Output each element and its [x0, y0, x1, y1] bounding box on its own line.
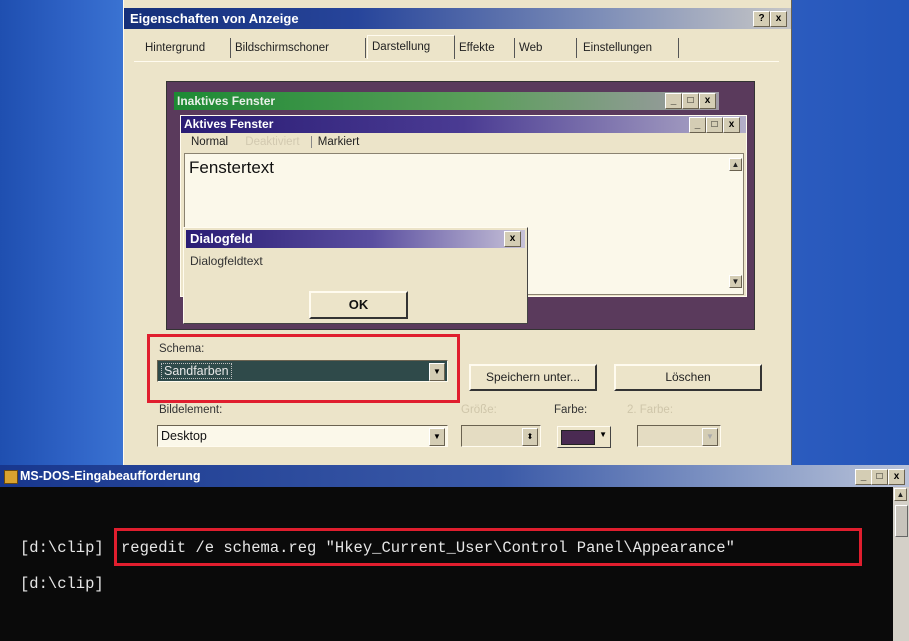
prompt-line-2[interactable]: [d:\clip] [20, 575, 104, 593]
minimize-icon[interactable]: _ [689, 117, 706, 133]
tab-einstellungen[interactable]: Einstellungen [579, 38, 679, 58]
element-select[interactable]: Desktop ▼ [157, 425, 448, 447]
display-properties-dialog: Eigenschaften von Anzeige ? x Hintergrun… [123, 0, 792, 468]
tab-web[interactable]: Web [515, 38, 577, 58]
scroll-up-icon[interactable]: ▲ [729, 158, 742, 171]
message-box-text: Dialogfeldtext [190, 254, 263, 268]
dialog-title: Eigenschaften von Anzeige [130, 11, 299, 26]
scroll-up-icon[interactable]: ▲ [894, 488, 907, 501]
element-select-value: Desktop [161, 429, 207, 443]
close-icon[interactable]: x [504, 231, 521, 247]
maximize-icon[interactable]: □ [682, 93, 699, 109]
tab-darstellung[interactable]: Darstellung [367, 35, 455, 59]
dos-title-bar[interactable]: MS-DOS-Eingabeaufforderung _ □ x [0, 465, 909, 487]
ok-button[interactable]: OK [309, 291, 408, 319]
maximize-icon[interactable]: □ [871, 469, 888, 485]
command-highlight-frame [114, 528, 862, 566]
close-icon[interactable]: x [699, 93, 716, 109]
save-as-button[interactable]: Speichern unter... [469, 364, 597, 391]
tab-pane-border [134, 61, 779, 62]
color2-picker-button[interactable]: ▼ [637, 425, 721, 447]
active-window-title: Aktives Fenster [184, 117, 274, 131]
inactive-window-title: Inaktives Fenster [177, 94, 276, 108]
dos-scrollbar[interactable]: ▲ [893, 487, 909, 641]
size-label: Größe: [461, 404, 497, 416]
prompt-line-1: [d:\clip] [20, 539, 104, 557]
chevron-down-icon[interactable]: ▼ [702, 428, 718, 446]
scheme-highlight-frame [147, 334, 460, 403]
menu-item-disabled[interactable]: Deaktiviert [245, 136, 299, 148]
delete-button[interactable]: Löschen [614, 364, 762, 391]
message-box-title: Dialogfeld [190, 231, 253, 246]
preview-message-box: Dialogfeld x Dialogfeldtext OK [183, 227, 528, 324]
element-label: Bildelement: [159, 404, 223, 416]
minimize-icon[interactable]: _ [855, 469, 872, 485]
color-picker-button[interactable]: ▼ [557, 426, 611, 448]
minimize-icon[interactable]: _ [665, 93, 682, 109]
tab-bildschirmschoner[interactable]: Bildschirmschoner [231, 38, 366, 58]
size-spinner[interactable]: ⬍ [461, 425, 541, 447]
preview-menu-bar: Normal Deaktiviert Markiert [191, 134, 360, 150]
help-icon[interactable]: ? [753, 11, 770, 27]
ms-dos-icon [4, 470, 18, 484]
maximize-icon[interactable]: □ [706, 117, 723, 133]
message-box-title-bar[interactable]: Dialogfeld x [186, 230, 525, 248]
menu-item-selected[interactable]: Markiert [310, 136, 360, 148]
chevron-down-icon: ▼ [599, 430, 607, 439]
window-text: Fenstertext [189, 158, 275, 177]
dos-title: MS-DOS-Eingabeaufforderung [20, 469, 201, 483]
chevron-down-icon[interactable]: ▼ [429, 428, 445, 446]
color-swatch [561, 430, 595, 445]
close-icon[interactable]: x [888, 469, 905, 485]
color2-label: 2. Farbe: [627, 404, 674, 416]
scroll-thumb[interactable] [895, 505, 908, 537]
dialog-title-bar[interactable]: Eigenschaften von Anzeige ? x [124, 8, 791, 29]
tab-effekte[interactable]: Effekte [455, 38, 515, 58]
menu-item-normal[interactable]: Normal [191, 136, 228, 148]
ms-dos-window: MS-DOS-Eingabeaufforderung _ □ x [d:\cli… [0, 465, 909, 641]
spinner-arrows-icon[interactable]: ⬍ [522, 428, 538, 446]
scheme-preview: Inaktives Fenster _ □ x Aktives Fenster … [166, 81, 755, 330]
close-icon[interactable]: x [770, 11, 787, 27]
inactive-window-title-bar[interactable]: Inaktives Fenster _ □ x [174, 92, 719, 110]
scroll-down-icon[interactable]: ▼ [729, 275, 742, 288]
active-window-title-bar[interactable]: Aktives Fenster _ □ x [181, 116, 746, 133]
color-label: Farbe: [554, 404, 588, 416]
tab-hintergrund[interactable]: Hintergrund [141, 38, 231, 58]
close-icon[interactable]: x [723, 117, 740, 133]
